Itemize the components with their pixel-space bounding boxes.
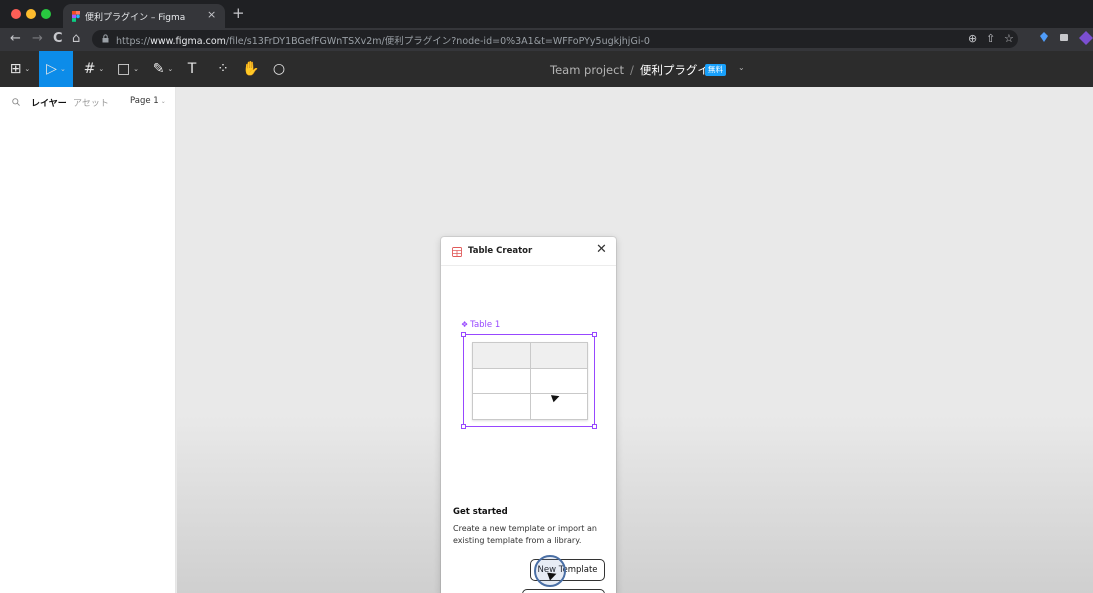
resize-handle-top-left[interactable] bbox=[461, 332, 466, 337]
table-preview-selection[interactable] bbox=[461, 332, 597, 429]
hand-tool-button[interactable]: ✋ bbox=[240, 51, 262, 87]
page-selector[interactable]: Page 1 ⌄ bbox=[130, 96, 166, 106]
window-maximize-button[interactable] bbox=[41, 9, 51, 19]
reload-button[interactable]: C bbox=[53, 31, 63, 47]
figma-menu-icon: ⊞ bbox=[9, 61, 22, 77]
shape-tool-button[interactable]: □ ⌄ bbox=[114, 51, 142, 87]
table-row bbox=[472, 393, 588, 420]
table-row bbox=[472, 367, 588, 395]
search-icon[interactable] bbox=[12, 98, 20, 106]
browser-tab-strip: 便利プラグイン – Figma × + bbox=[0, 0, 1093, 28]
table-cell bbox=[529, 367, 588, 395]
frame-icon: # bbox=[83, 61, 96, 77]
table-header-row bbox=[472, 342, 588, 369]
hand-icon: ✋ bbox=[242, 61, 260, 77]
table-cell bbox=[529, 342, 588, 369]
comment-tool-button[interactable]: ○ bbox=[268, 51, 290, 87]
get-started-title: Get started bbox=[453, 507, 508, 517]
text-icon: T bbox=[187, 61, 197, 77]
pen-icon: ✎ bbox=[152, 61, 165, 77]
url-bar[interactable]: https://www.figma.com/file/s13FrDY1BGefF… bbox=[92, 30, 1018, 48]
zoom-icon[interactable]: ⊕ bbox=[968, 32, 977, 45]
bookmark-star-icon[interactable]: ☆ bbox=[1004, 32, 1014, 45]
move-cursor-icon: ▷ bbox=[46, 61, 57, 77]
forward-button[interactable]: → bbox=[32, 31, 43, 47]
extension-icon[interactable] bbox=[1039, 32, 1049, 42]
home-button[interactable]: ⌂ bbox=[72, 31, 80, 47]
profile-avatar-icon[interactable] bbox=[1079, 31, 1093, 45]
layers-panel: レイヤー アセット Page 1 ⌄ bbox=[0, 87, 176, 593]
plan-badge: 無料 bbox=[705, 64, 726, 76]
resize-handle-top-right[interactable] bbox=[592, 332, 597, 337]
breadcrumb-separator: / bbox=[629, 63, 634, 77]
window-close-button[interactable] bbox=[11, 9, 21, 19]
design-canvas[interactable] bbox=[177, 87, 1093, 593]
back-button[interactable]: ← bbox=[10, 31, 21, 47]
share-icon[interactable]: ⇧ bbox=[986, 32, 995, 45]
chevron-down-icon: ⌄ bbox=[160, 98, 166, 105]
rectangle-icon: □ bbox=[116, 61, 131, 77]
frame-tool-button[interactable]: # ⌄ bbox=[80, 51, 108, 87]
comment-icon: ○ bbox=[272, 61, 286, 77]
extension-puzzle-icon[interactable] bbox=[1059, 32, 1069, 42]
table-cell bbox=[472, 367, 531, 395]
url-text: https://www.figma.com/file/s13FrDY1BGefF… bbox=[116, 36, 650, 47]
figma-toolbar: ⊞ ⌄ ▷ ⌄ # ⌄ □ ⌄ ✎ ⌄ T ⁘ ✋ ○ Team project / 便利プラ… bbox=[0, 51, 1093, 87]
table-cell bbox=[472, 342, 531, 369]
resize-handle-bottom-right[interactable] bbox=[592, 424, 597, 429]
text-tool-button[interactable]: T bbox=[182, 51, 202, 87]
table-icon bbox=[452, 247, 462, 257]
plugin-header[interactable]: Table Creator ✕ bbox=[441, 237, 616, 266]
file-menu-chevron-down-icon[interactable]: ⌄ bbox=[738, 63, 745, 72]
table-preview bbox=[472, 342, 588, 420]
table-cell bbox=[472, 393, 531, 420]
move-tool-button[interactable]: ▷ ⌄ bbox=[39, 51, 73, 87]
resize-handle-bottom-left[interactable] bbox=[461, 424, 466, 429]
get-started-description: Create a new template or import an exist… bbox=[453, 524, 597, 545]
tab-assets[interactable]: アセット bbox=[73, 96, 109, 109]
figma-favicon-icon bbox=[72, 11, 80, 22]
window-minimize-button[interactable] bbox=[26, 9, 36, 19]
new-tab-button[interactable]: + bbox=[232, 4, 245, 22]
tab-layers[interactable]: レイヤー bbox=[31, 96, 67, 109]
pen-tool-button[interactable]: ✎ ⌄ bbox=[149, 51, 177, 87]
lock-icon bbox=[102, 34, 109, 43]
browser-tab-figma[interactable]: 便利プラグイン – Figma × bbox=[63, 4, 225, 28]
tab-close-icon[interactable]: × bbox=[207, 8, 216, 21]
component-label: ❖ Table 1 bbox=[461, 320, 501, 330]
project-name-link[interactable]: Team project bbox=[550, 63, 624, 77]
plugin-title: Table Creator bbox=[468, 246, 533, 256]
file-breadcrumb: Team project / 便利プラグイン bbox=[550, 62, 720, 78]
resources-icon: ⁘ bbox=[217, 61, 229, 77]
tab-title: 便利プラグイン – Figma bbox=[85, 13, 186, 23]
main-menu-button[interactable]: ⊞ ⌄ bbox=[6, 51, 34, 87]
import-template-button[interactable] bbox=[522, 589, 605, 593]
component-icon: ❖ bbox=[461, 320, 469, 329]
table-creator-plugin-window: Table Creator ✕ ❖ Table 1 ▶ Get started C… bbox=[441, 237, 616, 593]
resources-button[interactable]: ⁘ bbox=[213, 51, 233, 87]
browser-address-bar-row: ← → C ⌂ https://www.figma.com/file/s13Fr… bbox=[0, 28, 1093, 51]
close-icon[interactable]: ✕ bbox=[596, 243, 607, 257]
